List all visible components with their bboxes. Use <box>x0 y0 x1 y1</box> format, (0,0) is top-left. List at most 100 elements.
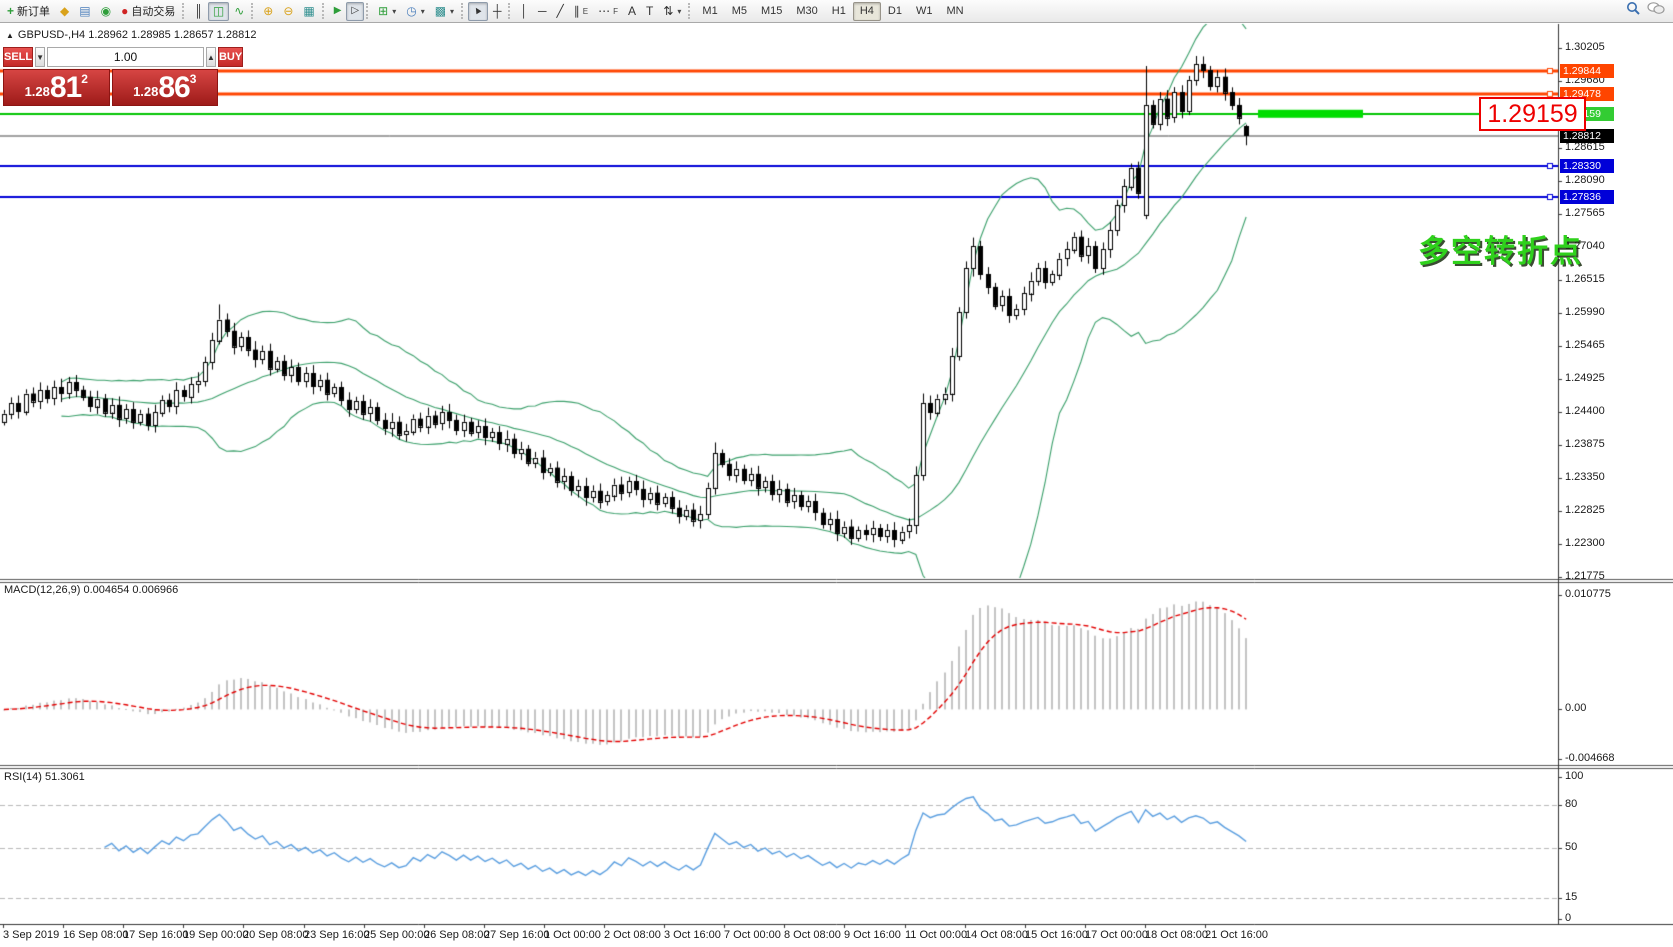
trendline-button[interactable]: ╱ <box>552 2 569 21</box>
chart-shift-button[interactable]: ▷ <box>346 2 364 21</box>
sell-button[interactable]: SELL <box>3 47 33 67</box>
macd-tick-label: 0.010775 <box>1565 588 1611 600</box>
text-button[interactable]: A <box>623 2 641 21</box>
timeframe-button-m30[interactable]: M30 <box>789 2 824 21</box>
profiles-button[interactable]: ▤ <box>74 2 95 21</box>
price-tick-label: 1.23350 <box>1565 471 1605 483</box>
sell-price-button[interactable]: 1.28812 <box>3 69 110 106</box>
buy-price-pipette: 3 <box>190 72 197 86</box>
tile-windows-button[interactable]: ▦ <box>298 2 319 21</box>
time-axis-label: 27 Sep 16:00 <box>484 929 549 941</box>
time-axis-label: 14 Oct 08:00 <box>965 929 1028 941</box>
timeframe-button-m1[interactable]: M1 <box>695 2 724 21</box>
timeframe-group: M1M5M15M30H1H4D1W1MN <box>695 2 970 21</box>
current-price-badge: 1.28812 <box>1560 129 1614 143</box>
time-axis-label: 15 Oct 16:00 <box>1025 929 1088 941</box>
time-axis-label: 20 Sep 08:00 <box>243 929 308 941</box>
one-click-trade-panel: SELL ▼ ▲ BUY 1.28812 1.28863 <box>3 47 218 106</box>
trendline-icon: ╱ <box>557 5 564 17</box>
templates-button[interactable]: ▩ ▾ <box>430 2 459 21</box>
crosshair-button[interactable]: ┼ <box>488 2 507 21</box>
macd-tick-label: -0.004668 <box>1565 752 1615 764</box>
time-axis-label: 25 Sep 00:00 <box>364 929 429 941</box>
candlestick-mode-button[interactable]: ◫ <box>208 2 229 21</box>
search-icon[interactable] <box>1626 1 1641 21</box>
macd-tick-label: 0.00 <box>1565 702 1586 714</box>
horizontal-line-icon: ─ <box>538 5 547 17</box>
sell-price-prefix: 1.28 <box>25 82 50 102</box>
time-axis-label: 3 Sep 2019 <box>3 929 59 941</box>
time-axis-label: 19 Sep 00:00 <box>183 929 248 941</box>
price-tick-label: 1.24400 <box>1565 405 1605 417</box>
text-icon: A <box>628 5 636 17</box>
time-axis-label: 26 Sep 08:00 <box>424 929 489 941</box>
time-axis-label: 1 Oct 00:00 <box>544 929 601 941</box>
price-tick-label: 1.21775 <box>1565 570 1605 582</box>
price-level-badge: 1.28330 <box>1560 159 1614 173</box>
line-chart-mode-button[interactable]: ∿ <box>229 2 249 21</box>
vertical-line-button[interactable]: │ <box>515 2 533 21</box>
fibonacci-button[interactable]: ⋯F <box>593 2 623 21</box>
price-tick-label: 1.27565 <box>1565 207 1605 219</box>
price-tick-label: 1.25465 <box>1565 339 1605 351</box>
time-axis-label: 18 Oct 08:00 <box>1145 929 1208 941</box>
volume-decrease-button[interactable]: ▼ <box>35 47 45 67</box>
rsi-tick-label: 15 <box>1565 891 1577 903</box>
shapes-icon: ⇅ <box>663 5 673 17</box>
zoom-out-icon: ⊖ <box>283 5 293 17</box>
toolbar-grip <box>461 3 466 19</box>
chart-canvas[interactable] <box>0 0 1673 947</box>
price-tick-label: 1.22300 <box>1565 537 1605 549</box>
dropdown-arrow-icon: ▾ <box>677 7 681 16</box>
candlestick-icon: ◫ <box>213 5 224 17</box>
signals-button[interactable]: ◉ <box>96 2 116 21</box>
buy-price-button[interactable]: 1.28863 <box>112 69 219 106</box>
new-chart-button[interactable]: ◆ <box>55 2 74 21</box>
horizontal-line-button[interactable]: ─ <box>533 2 552 21</box>
price-annotation-box[interactable]: 1.29159 <box>1479 97 1586 131</box>
vertical-line-icon: │ <box>520 5 528 17</box>
new-order-label: 新订单 <box>17 3 50 19</box>
sell-price-big: 81 <box>50 74 81 102</box>
timeframe-button-d1[interactable]: D1 <box>881 2 909 21</box>
cursor-button[interactable]: ▲ <box>468 2 488 21</box>
dropdown-arrow-icon: ▾ <box>392 7 396 16</box>
fibonacci-sub-label: F <box>613 7 618 16</box>
timeframe-button-mn[interactable]: MN <box>939 2 970 21</box>
periods-button[interactable]: ◷ ▾ <box>401 2 430 21</box>
time-axis-label: 2 Oct 08:00 <box>604 929 661 941</box>
timeframe-button-h4[interactable]: H4 <box>853 2 881 21</box>
volume-input[interactable] <box>47 47 204 67</box>
bar-chart-mode-button[interactable]: ║ <box>189 2 208 21</box>
autotrading-label: 自动交易 <box>131 3 175 19</box>
new-order-button[interactable]: + 新订单 <box>2 2 55 21</box>
timeframe-button-m15[interactable]: M15 <box>754 2 789 21</box>
timeframe-button-w1[interactable]: W1 <box>909 2 940 21</box>
symbol-ohlc-label: GBPUSD-,H4 1.28962 1.28985 1.28657 1.288… <box>18 29 257 41</box>
mt4-window: + 新订单 ◆ ▤ ◉ ● 自动交易 ║ ◫ ∿ ⊕ ⊖ <box>0 0 1673 947</box>
timeframe-button-m5[interactable]: M5 <box>725 2 754 21</box>
price-tick-label: 1.28090 <box>1565 174 1605 186</box>
zoom-out-button[interactable]: ⊖ <box>278 2 298 21</box>
turning-point-annotation[interactable]: 多空转折点 <box>1418 226 1583 271</box>
autotrading-button[interactable]: ● 自动交易 <box>116 2 180 21</box>
text-label-button[interactable]: T <box>641 2 658 21</box>
volume-increase-button[interactable]: ▲ <box>206 47 216 67</box>
chat-icon[interactable] <box>1647 1 1665 21</box>
auto-scroll-button[interactable]: ▶ <box>329 2 347 21</box>
signals-icon: ◉ <box>101 5 111 17</box>
toolbar-grip <box>508 3 513 19</box>
buy-price-prefix: 1.28 <box>133 82 158 102</box>
channel-sub-label: E <box>583 7 588 16</box>
shapes-button[interactable]: ⇅ ▾ <box>658 2 686 21</box>
collapse-triangle-icon[interactable]: ▲ <box>6 31 14 40</box>
channel-icon: ∥ <box>574 5 580 17</box>
toolbar-grip <box>688 3 693 19</box>
zoom-in-button[interactable]: ⊕ <box>258 2 278 21</box>
price-tick-label: 1.25990 <box>1565 306 1605 318</box>
time-axis-label: 17 Oct 00:00 <box>1085 929 1148 941</box>
indicators-button[interactable]: ⊞ ▾ <box>373 2 401 21</box>
buy-button[interactable]: BUY <box>218 47 243 67</box>
timeframe-button-h1[interactable]: H1 <box>825 2 853 21</box>
channel-button[interactable]: ∥E <box>569 2 593 21</box>
